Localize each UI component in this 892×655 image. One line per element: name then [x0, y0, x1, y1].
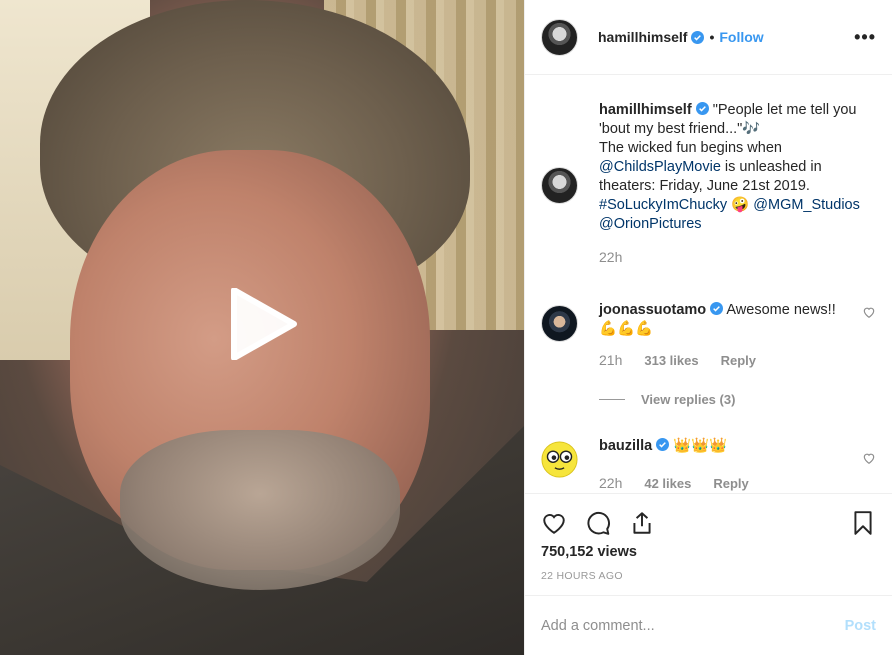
post-header: hamillhimself • Follow •••: [525, 0, 892, 75]
comment-username[interactable]: joonassuotamo: [599, 302, 706, 318]
comment-icon[interactable]: [585, 510, 611, 536]
comment-likes[interactable]: 313 likes: [644, 351, 698, 370]
comment-meta: 22h 42 likes Reply: [599, 474, 850, 493]
verified-icon: [691, 30, 705, 44]
more-options-button[interactable]: •••: [854, 27, 876, 48]
verified-icon: [656, 438, 670, 451]
replies-divider: [599, 399, 625, 400]
post-comment-button[interactable]: Post: [845, 618, 876, 634]
post-actions: 750,152 views 22 HOURS AGO: [525, 493, 892, 595]
caption-avatar[interactable]: [541, 167, 578, 204]
mention-link[interactable]: @OrionPictures: [599, 216, 702, 232]
post-timestamp[interactable]: 22 HOURS AGO: [541, 570, 876, 582]
comment-item: joonassuotamo Awesome news!!💪💪💪 21h 313 …: [541, 301, 876, 370]
like-comment-icon[interactable]: [862, 451, 876, 465]
like-comment-icon[interactable]: [862, 305, 876, 319]
caption-username[interactable]: hamillhimself: [599, 102, 692, 118]
add-comment-bar: Post: [525, 595, 892, 655]
follow-button[interactable]: Follow: [719, 29, 763, 45]
caption-text: The wicked fun begins when: [599, 140, 782, 156]
post-modal: hamillhimself • Follow ••• hamillhimself…: [0, 0, 892, 655]
author-username[interactable]: hamillhimself: [598, 29, 687, 45]
mention-link[interactable]: @MGM_Studios: [753, 197, 860, 213]
commenter-avatar[interactable]: [541, 305, 578, 342]
bookmark-icon[interactable]: [850, 510, 876, 536]
commenter-avatar[interactable]: [541, 441, 578, 478]
action-icons: [541, 494, 876, 548]
caption-emoji: 🤪: [727, 197, 754, 213]
video-player[interactable]: [0, 0, 524, 655]
comment-time[interactable]: 21h: [599, 351, 622, 370]
comment-time[interactable]: 22h: [599, 474, 622, 493]
author-avatar[interactable]: [541, 18, 578, 56]
comment-input[interactable]: [541, 617, 845, 634]
hashtag-link[interactable]: #SoLuckyImChucky: [599, 197, 727, 213]
share-icon[interactable]: [629, 510, 655, 536]
comment-likes[interactable]: 42 likes: [644, 474, 691, 493]
separator-dot: •: [709, 29, 715, 45]
view-replies-label[interactable]: View replies (3): [641, 392, 735, 407]
view-replies-button[interactable]: View replies (3): [599, 392, 876, 407]
comment-meta: 21h 313 likes Reply: [599, 351, 850, 370]
comment-item: bauzilla 👑👑👑 22h 42 likes Reply: [541, 437, 876, 493]
comment-text: 👑👑👑: [669, 438, 728, 454]
mention-link[interactable]: @ChildsPlayMovie: [599, 159, 721, 175]
caption-timestamp[interactable]: 22h: [599, 248, 876, 267]
reply-button[interactable]: Reply: [721, 351, 756, 370]
video-beard: [120, 430, 400, 590]
verified-icon: [695, 102, 709, 115]
play-icon[interactable]: [228, 288, 300, 360]
post-caption: hamillhimself "People let me tell you 'b…: [541, 75, 876, 267]
heart-icon[interactable]: [541, 510, 567, 536]
comment-username[interactable]: bauzilla: [599, 438, 652, 454]
verified-icon: [710, 302, 724, 315]
reply-button[interactable]: Reply: [713, 474, 748, 493]
post-side-panel: hamillhimself • Follow ••• hamillhimself…: [524, 0, 892, 655]
views-count[interactable]: 750,152 views: [541, 544, 876, 560]
comments-list[interactable]: hamillhimself "People let me tell you 'b…: [525, 75, 892, 493]
